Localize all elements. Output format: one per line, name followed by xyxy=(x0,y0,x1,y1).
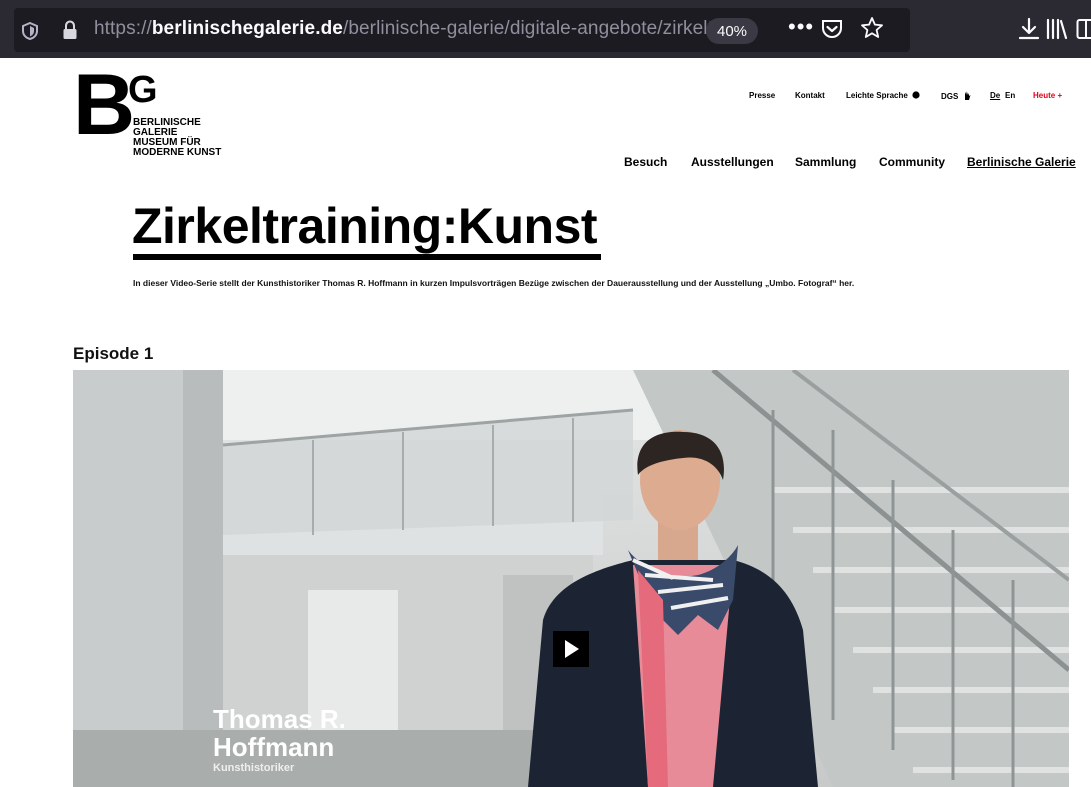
pocket-icon[interactable] xyxy=(821,18,843,40)
util-link-leichte-sprache[interactable]: Leichte Sprache xyxy=(846,91,920,100)
logo-wordmark: BERLINISCHE GALERIE MUSEUM FÜR MODERNE K… xyxy=(133,118,253,158)
video-player[interactable]: Thomas R. Hoffmann Kunsthistoriker xyxy=(73,370,1069,787)
dgs-label: DGS xyxy=(941,92,959,101)
tracking-protection-shield-icon[interactable] xyxy=(22,22,38,40)
heute-link[interactable]: Heute + xyxy=(1033,91,1062,100)
lock-icon[interactable] xyxy=(62,20,78,40)
zoom-level-button[interactable]: 40% xyxy=(706,18,758,44)
page-title: Zirkeltraining:Kunst xyxy=(132,198,598,254)
lang-en-link[interactable]: En xyxy=(1005,91,1015,100)
lang-de-link[interactable]: De xyxy=(990,91,1000,100)
util-link-kontakt[interactable]: Kontakt xyxy=(795,91,825,100)
url-path: /berlinische-galerie/digitale-angebote/z… xyxy=(342,18,746,39)
reader-view-icon[interactable] xyxy=(1076,18,1091,40)
url-host: berlinischegalerie.de xyxy=(151,18,343,39)
logo-letter-b: B xyxy=(73,57,135,153)
speaker-name-line: Hoffmann xyxy=(213,732,335,762)
util-link-presse[interactable]: Presse xyxy=(749,91,775,100)
library-icon[interactable] xyxy=(1045,18,1069,40)
browser-toolbar: https://berlinischegalerie.de/berlinisch… xyxy=(0,0,1091,58)
url-text[interactable]: https://berlinischegalerie.de/berlinisch… xyxy=(94,18,745,40)
episode-heading: Episode 1 xyxy=(73,344,154,363)
download-icon[interactable] xyxy=(1018,17,1040,41)
speaker-name-caption: Thomas R. Hoffmann xyxy=(213,705,413,761)
nav-ausstellungen[interactable]: Ausstellungen xyxy=(691,155,774,169)
bookmark-star-icon[interactable] xyxy=(860,16,884,40)
page-actions-menu-button[interactable]: ••• xyxy=(788,14,814,40)
main-nav: Besuch Ausstellungen Sammlung Community … xyxy=(0,155,1091,173)
utility-nav: Presse Kontakt Leichte Sprache DGS De En… xyxy=(0,91,1091,105)
nav-community[interactable]: Community xyxy=(879,155,945,169)
nav-sammlung[interactable]: Sammlung xyxy=(795,155,856,169)
play-button[interactable] xyxy=(553,631,589,667)
util-link-dgs[interactable]: DGS xyxy=(941,91,971,101)
book-icon xyxy=(912,91,920,99)
leichte-sprache-label: Leichte Sprache xyxy=(846,91,908,100)
url-scheme: https:// xyxy=(94,18,152,39)
sign-language-hand-icon xyxy=(964,91,971,100)
nav-berlinische-galerie[interactable]: Berlinische Galerie xyxy=(967,155,1076,169)
intro-text: In dieser Video-Serie stellt der Kunsthi… xyxy=(133,278,855,288)
speaker-name-line: Thomas R. xyxy=(213,704,346,734)
title-underline xyxy=(133,254,601,260)
speaker-role-caption: Kunsthistoriker xyxy=(213,762,295,774)
nav-besuch[interactable]: Besuch xyxy=(624,155,667,169)
